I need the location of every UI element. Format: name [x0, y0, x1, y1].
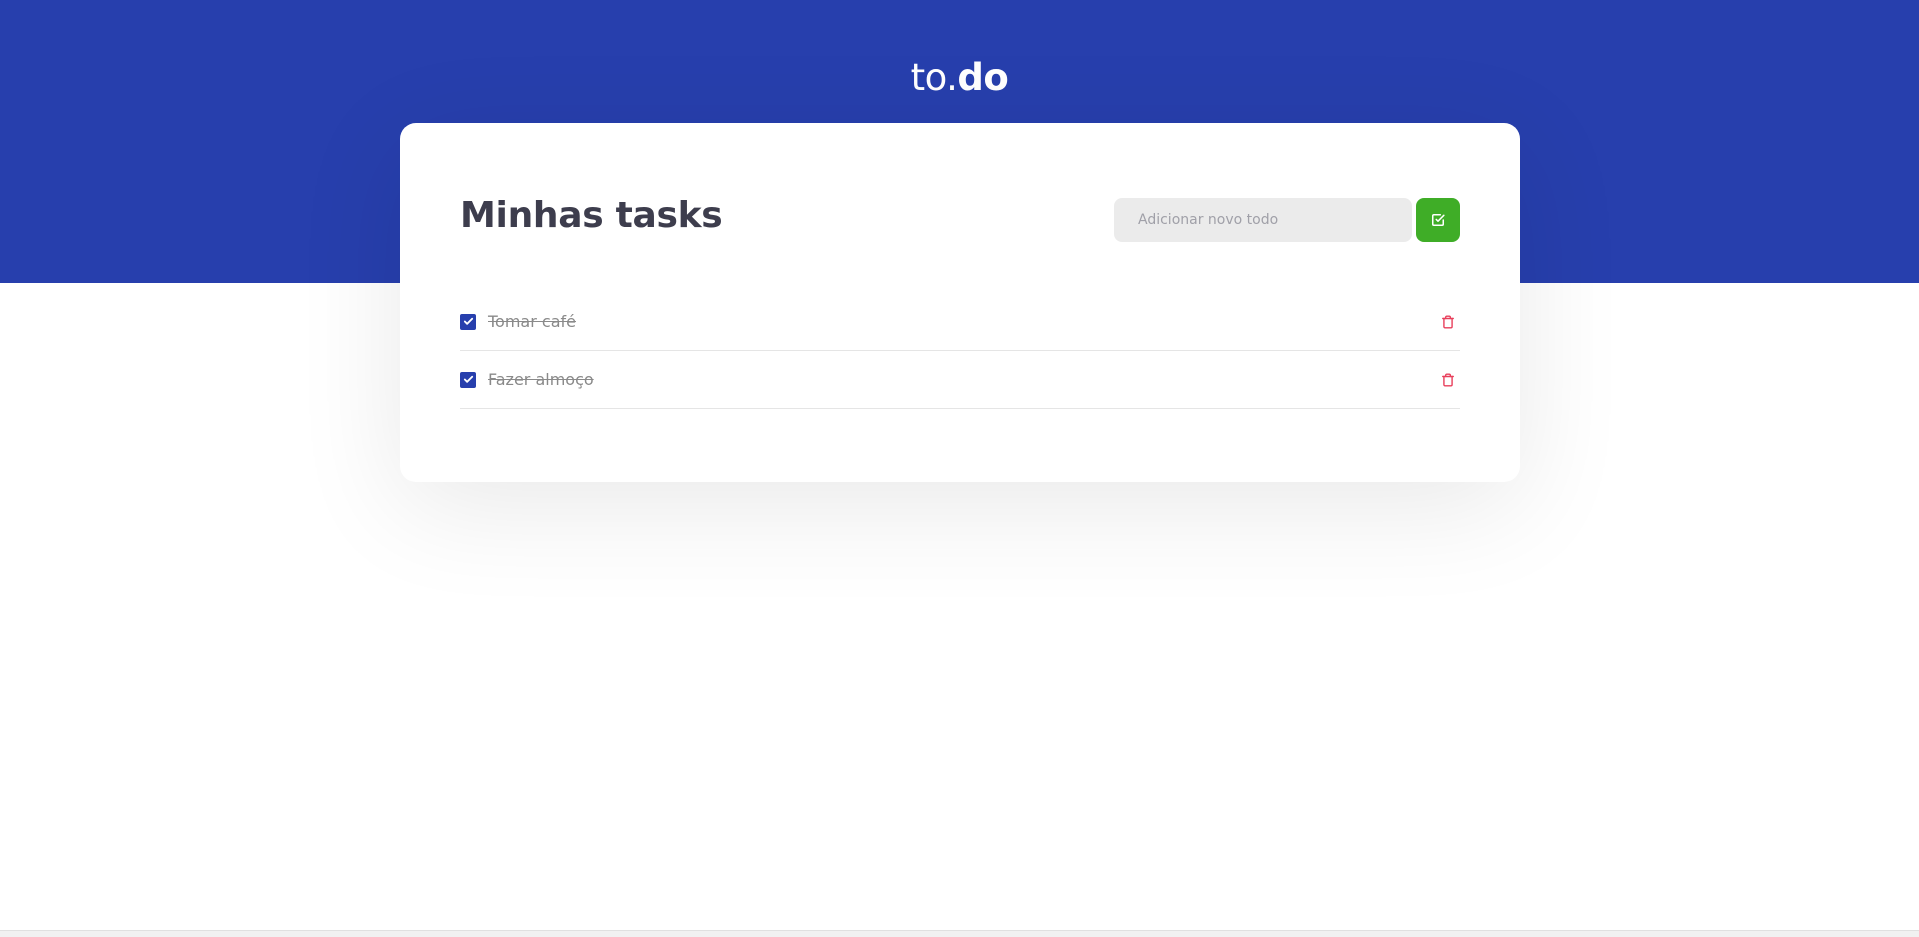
new-todo-input[interactable] [1114, 198, 1412, 242]
delete-todo-button[interactable] [1436, 310, 1460, 334]
delete-todo-button[interactable] [1436, 368, 1460, 392]
todo-text: Tomar café [488, 312, 576, 331]
check-square-icon [1431, 213, 1445, 227]
horizontal-scrollbar[interactable] [0, 930, 1919, 937]
page-title: Minhas tasks [460, 195, 723, 236]
todo-checkbox[interactable] [460, 371, 476, 388]
logo-suffix: do [957, 56, 1009, 99]
add-todo-button[interactable] [1416, 198, 1460, 242]
checkmark-icon [463, 317, 473, 325]
todo-item: Fazer almoço [460, 351, 1460, 409]
logo-prefix: to. [910, 56, 958, 99]
todo-item: Tomar café [460, 293, 1460, 351]
todo-list: Tomar café Fazer almoço [460, 293, 1460, 409]
todo-text: Fazer almoço [488, 370, 594, 389]
app-logo: to.do [0, 55, 1919, 101]
checkmark-icon [463, 375, 473, 383]
tasks-card: Minhas tasks Tomar café [400, 123, 1520, 482]
trash-icon [1442, 372, 1454, 387]
todo-checkbox[interactable] [460, 313, 476, 330]
trash-icon [1442, 314, 1454, 329]
